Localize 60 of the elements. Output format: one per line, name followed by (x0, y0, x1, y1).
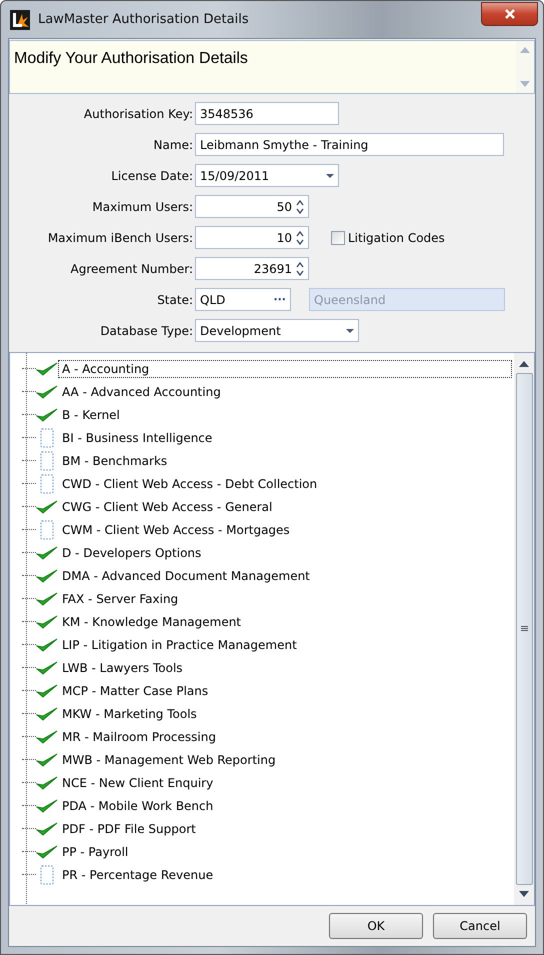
field-label: License Date: (110, 168, 193, 182)
tree-item[interactable]: PP - Payroll (58, 842, 132, 860)
tree-item[interactable]: PDF - PDF File Support (58, 820, 200, 838)
close-icon (504, 8, 514, 18)
ok-button[interactable]: OK (329, 913, 423, 939)
tree-item[interactable]: MR - Mailroom Processing (58, 728, 220, 746)
state-name-field: Queensland (309, 288, 505, 311)
app-logo-icon (10, 10, 30, 30)
tree-item[interactable]: CWG - Client Web Access - General (58, 498, 276, 516)
field-label: Maximum iBench Users: (46, 230, 193, 244)
spinner-icon[interactable] (296, 230, 304, 246)
tree-item[interactable]: NCE - New Client Enquiry (58, 774, 218, 792)
scroll-down-icon[interactable] (518, 889, 530, 899)
grip-icon (520, 626, 528, 632)
scrollbar[interactable] (514, 353, 534, 905)
cancel-button[interactable]: Cancel (433, 913, 527, 939)
tree-item[interactable]: D - Developers Options (58, 544, 206, 562)
date-picker[interactable]: 15/09/2011 (195, 164, 339, 187)
tree-item[interactable]: CWD - Client Web Access - Debt Collection (58, 474, 322, 492)
number-spinner[interactable]: 50 (195, 195, 309, 218)
scroll-up-icon[interactable] (518, 359, 530, 369)
number-spinner[interactable]: 10 (195, 226, 309, 249)
tree-item[interactable]: A - Accounting (58, 360, 512, 378)
checkbox[interactable] (331, 230, 345, 244)
header-text: Modify Your Authorisation Details (13, 49, 249, 69)
dropdown-arrow-icon[interactable] (346, 328, 354, 332)
tree-item[interactable]: KM - Knowledge Management (58, 612, 246, 630)
tree-item[interactable]: MKW - Marketing Tools (58, 704, 201, 722)
checkbox-label: Litigation Codes (348, 230, 445, 244)
spinner-icon[interactable] (296, 198, 304, 214)
tree-item[interactable]: MWB - Management Web Reporting (58, 750, 280, 768)
tree-item[interactable]: PR - Percentage Revenue (58, 866, 218, 884)
field-label: Database Type: (99, 324, 193, 338)
field-label: Authorisation Key: (82, 106, 193, 120)
browse-button[interactable]: ··· (273, 293, 286, 306)
field-label: Maximum Users: (91, 200, 193, 214)
dropdown-arrow-icon[interactable] (326, 174, 334, 178)
tree-item[interactable]: MCP - Matter Case Plans (58, 682, 212, 700)
tree-item[interactable]: PDA - Mobile Work Bench (58, 796, 218, 814)
text-field[interactable]: 3548536 (195, 102, 339, 125)
tree-item[interactable]: BI - Business Intelligence (58, 428, 216, 446)
dropdown[interactable]: Development (195, 319, 359, 342)
field-label: Agreement Number: (70, 262, 193, 276)
spinner-icon[interactable] (296, 260, 304, 276)
tree-item[interactable]: LIP - Litigation in Practice Management (58, 636, 301, 654)
tree-item[interactable]: FAX - Server Faxing (58, 590, 182, 608)
field-label: Name: (152, 138, 193, 152)
tree-item[interactable]: BM - Benchmarks (58, 452, 172, 470)
tree-item[interactable]: DMA - Advanced Document Management (58, 566, 314, 584)
tree-item[interactable]: LWB - Lawyers Tools (58, 658, 187, 676)
window-title: LawMaster Authorisation Details (38, 12, 250, 27)
text-field[interactable]: Leibmann Smythe - Training (195, 133, 504, 156)
tree-item[interactable]: B - Kernel (58, 406, 124, 424)
scroll-thumb[interactable] (516, 373, 532, 885)
close-button[interactable] (481, 2, 538, 26)
field-label: State: (156, 292, 193, 306)
tree-item[interactable]: AA - Advanced Accounting (58, 382, 225, 400)
tree-item[interactable]: CWM - Client Web Access - Mortgages (58, 520, 294, 538)
number-spinner[interactable]: 23691 (195, 257, 309, 280)
lookup-field[interactable]: QLD ··· (195, 288, 291, 311)
